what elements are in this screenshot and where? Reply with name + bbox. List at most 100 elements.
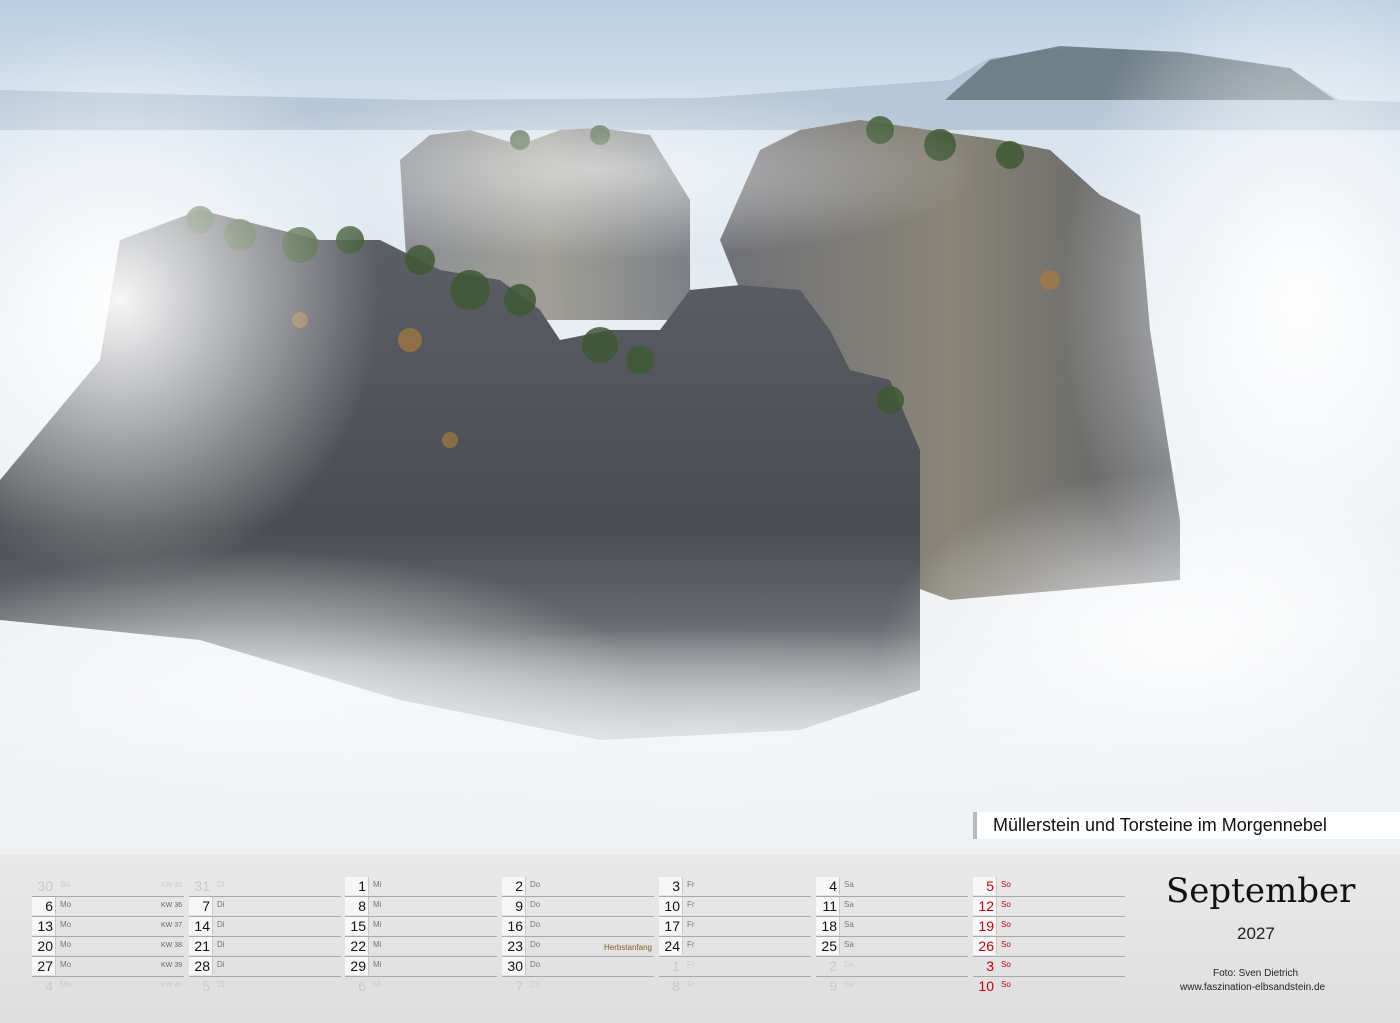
day-number: 1 bbox=[672, 958, 680, 974]
weekday-label: Mi bbox=[373, 980, 382, 989]
calendar-day-row: 4 Sa bbox=[816, 877, 968, 897]
day-number: 8 bbox=[672, 978, 680, 994]
calendar-day-row: 9 Sa bbox=[816, 977, 968, 996]
day-number: 6 bbox=[32, 897, 56, 915]
weekday-label: So bbox=[1001, 920, 1011, 929]
week-number: KW 40 bbox=[160, 982, 182, 989]
calendar-column: 31 Di 7 Di 14 Di 21 Di 28 Di 5 Di bbox=[189, 877, 341, 996]
weekday-label: Sa bbox=[844, 880, 854, 889]
weekday-label: So bbox=[1001, 880, 1011, 889]
weekday-label: Sa bbox=[844, 900, 854, 909]
photo-credit: Foto: Sven Dietrich bbox=[1213, 968, 1299, 979]
calendar-day-row: 29 Mi bbox=[345, 957, 497, 977]
month-title: September bbox=[1166, 871, 1356, 911]
calendar-column: 5 So 12 So 19 So 26 So 3 So 10 So bbox=[973, 877, 1125, 996]
calendar-day-row: 3 So bbox=[973, 957, 1125, 977]
weekday-label: Mi bbox=[373, 940, 382, 949]
day-number: 14 bbox=[189, 917, 213, 935]
calendar-day-row: 7 Di bbox=[189, 897, 341, 917]
day-number: 30 bbox=[502, 957, 526, 975]
day-number: 13 bbox=[32, 917, 56, 935]
weekday-label: Di bbox=[217, 940, 225, 949]
calendar-day-row: 30 Do bbox=[502, 957, 654, 977]
weekday-label: Mi bbox=[373, 920, 382, 929]
calendar-day-row: 25 Sa bbox=[816, 937, 968, 957]
calendar-grid: 30 So KW 35 6 Mo KW 36 13 Mo KW 37 20 Mo KW 38 27 Mo K… bbox=[0, 855, 1400, 1023]
calendar-column: 2 Do 9 Do 16 Do 23 Do Herbstanfang 30 Do 7 Do bbox=[502, 877, 654, 996]
weekday-label: Do bbox=[530, 900, 541, 909]
calendar-day-row: 21 Di bbox=[189, 937, 341, 957]
weekday-label: Fr bbox=[687, 980, 695, 989]
weekday-label: Sa bbox=[844, 980, 854, 989]
day-number: 2 bbox=[829, 958, 837, 974]
year-label: 2027 bbox=[1237, 924, 1275, 943]
calendar-day-row: 23 Do Herbstanfang bbox=[502, 937, 654, 957]
day-number: 7 bbox=[189, 897, 213, 915]
weekday-label: Mo bbox=[60, 960, 72, 969]
day-number: 2 bbox=[502, 877, 526, 895]
day-number: 28 bbox=[189, 957, 213, 975]
weekday-label: Di bbox=[217, 960, 225, 969]
week-number: KW 36 bbox=[160, 902, 182, 909]
week-number: KW 38 bbox=[160, 942, 182, 949]
calendar-day-row: 10 So bbox=[973, 977, 1125, 996]
calendar-day-row: 17 Fr bbox=[659, 917, 811, 937]
weekday-label: Di bbox=[217, 880, 225, 889]
day-number: 12 bbox=[973, 897, 997, 915]
day-number: 4 bbox=[816, 877, 840, 895]
day-number: 21 bbox=[189, 937, 213, 955]
holiday-note: Herbstanfang bbox=[603, 943, 652, 952]
weekday-label: Mi bbox=[373, 880, 382, 889]
calendar-day-row: 5 Di bbox=[189, 977, 341, 996]
day-number: 4 bbox=[45, 978, 53, 994]
day-number: 27 bbox=[32, 957, 56, 975]
day-number: 3 bbox=[986, 958, 994, 974]
day-number: 11 bbox=[816, 897, 840, 915]
day-number: 25 bbox=[816, 937, 840, 955]
day-number: 22 bbox=[345, 937, 369, 955]
calendar-day-row: 5 So bbox=[973, 877, 1125, 897]
day-number: 18 bbox=[816, 917, 840, 935]
weekday-label: Mo bbox=[60, 900, 72, 909]
weekday-label: Mo bbox=[60, 980, 72, 989]
calendar-day-row: 9 Do bbox=[502, 897, 654, 917]
weekday-label: Di bbox=[217, 920, 225, 929]
calendar-day-row: 31 Di bbox=[189, 877, 341, 897]
weekday-label: Do bbox=[530, 960, 541, 969]
weekday-label: Sa bbox=[844, 940, 854, 949]
calendar-day-row: 1 Mi bbox=[345, 877, 497, 897]
weekday-label: Do bbox=[530, 980, 541, 989]
rock-landscape-illustration bbox=[0, 0, 1400, 855]
calendar-column: 3 Fr 10 Fr 17 Fr 24 Fr 1 Fr 8 Fr bbox=[659, 877, 811, 996]
day-number: 16 bbox=[502, 917, 526, 935]
weekday-label: Do bbox=[530, 920, 541, 929]
calendar-day-row: 13 Mo KW 37 bbox=[32, 917, 184, 937]
day-number: 10 bbox=[978, 978, 994, 994]
weekday-label: Di bbox=[217, 980, 225, 989]
weekday-label: Fr bbox=[687, 880, 695, 889]
day-number: 1 bbox=[345, 877, 369, 895]
calendar-day-row: 2 Sa bbox=[816, 957, 968, 977]
calendar-day-row: 15 Mi bbox=[345, 917, 497, 937]
weekday-label: Mo bbox=[60, 920, 72, 929]
calendar-day-row: 6 Mo KW 36 bbox=[32, 897, 184, 917]
day-number: 23 bbox=[502, 937, 526, 955]
weekday-label: Sa bbox=[844, 920, 854, 929]
day-number: 24 bbox=[659, 937, 683, 955]
weekday-label: Do bbox=[530, 880, 541, 889]
calendar-day-row: 7 Do bbox=[502, 977, 654, 996]
weekday-label: Mi bbox=[373, 960, 382, 969]
weekday-label: So bbox=[1001, 900, 1011, 909]
cover-photo: Müllerstein und Torsteine im Morgennebel bbox=[0, 0, 1400, 855]
day-number: 17 bbox=[659, 917, 683, 935]
weekday-label: So bbox=[1001, 940, 1011, 949]
week-number: KW 39 bbox=[160, 962, 182, 969]
calendar-day-row: 3 Fr bbox=[659, 877, 811, 897]
weekday-label: Do bbox=[530, 940, 541, 949]
calendar-day-row: 18 Sa bbox=[816, 917, 968, 937]
day-number: 6 bbox=[358, 978, 366, 994]
day-number: 30 bbox=[37, 878, 53, 894]
caption-text: Müllerstein und Torsteine im Morgennebel bbox=[993, 815, 1327, 835]
week-number: KW 35 bbox=[160, 882, 182, 889]
calendar-day-row: 27 Mo KW 39 bbox=[32, 957, 184, 977]
